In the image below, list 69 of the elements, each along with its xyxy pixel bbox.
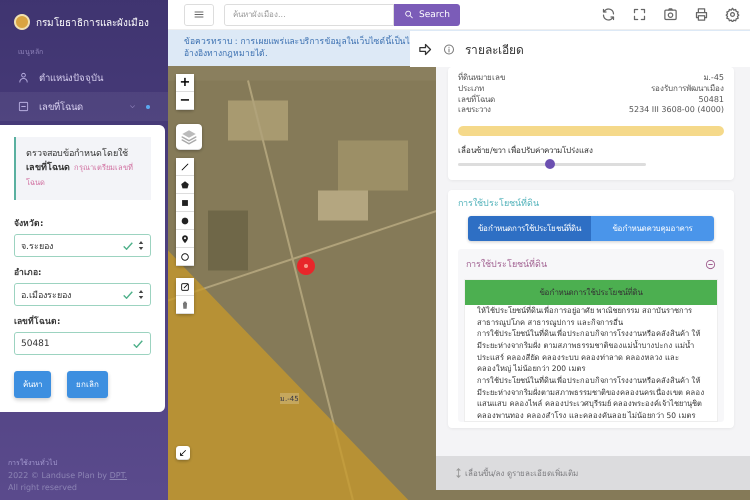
draw-tool-button[interactable] bbox=[176, 212, 194, 230]
circle-outline-tool-icon bbox=[180, 252, 190, 262]
field-label: จังหวัด: bbox=[14, 218, 44, 230]
edit-tool-button[interactable] bbox=[176, 278, 194, 296]
field-label: อำเภอ: bbox=[14, 266, 42, 280]
tab[interactable]: ข้อกำหนดควบคุมอาคาร bbox=[591, 216, 714, 242]
trash-icon bbox=[180, 300, 190, 310]
menu-button[interactable] bbox=[184, 4, 214, 26]
search-field[interactable]: ค้นหาผังเมือง... bbox=[224, 4, 394, 26]
scroll-hint-text: เลื่อนขึ้น/ลง ดูรายละเอียดเพิ่มเติม bbox=[465, 466, 578, 480]
slider-thumb[interactable] bbox=[545, 159, 556, 170]
search-button[interactable]: Search bbox=[394, 4, 460, 26]
form-button[interactable]: ยกเลิก bbox=[67, 371, 108, 398]
settings-icon[interactable] bbox=[725, 7, 740, 22]
draw-tool-button[interactable] bbox=[176, 194, 194, 212]
detail-key: ที่ดินหมายเลข bbox=[458, 73, 505, 84]
draw-tool-button[interactable] bbox=[176, 248, 194, 266]
rights-text: All right reserved bbox=[8, 483, 77, 492]
circle-tool-icon bbox=[180, 216, 190, 226]
table-heading: ข้อกำหนดการใช้ประโยชน์ที่ดิน bbox=[465, 280, 717, 306]
detail-value: 50481 bbox=[698, 94, 724, 106]
app-title: กรมโยธาธิการและผังเมือง bbox=[36, 16, 149, 30]
edit-icon bbox=[180, 282, 190, 292]
diagonal-arrow-icon bbox=[178, 448, 188, 458]
field-label: เลขที่โฉนด: bbox=[14, 314, 62, 328]
input-field[interactable]: 50481 bbox=[14, 332, 151, 356]
arrow-right-icon[interactable] bbox=[418, 42, 433, 56]
zoom-out-button[interactable]: − bbox=[176, 92, 194, 110]
detail-value: ม.-45 bbox=[703, 73, 724, 84]
location-marker-icon bbox=[296, 256, 316, 276]
section-title: การใช้ประโยชน์ที่ดิน bbox=[458, 196, 724, 210]
map-corner-button[interactable] bbox=[176, 446, 190, 460]
square-icon bbox=[18, 101, 29, 112]
camera-icon[interactable] bbox=[663, 7, 678, 22]
info-icon bbox=[443, 42, 455, 56]
draw-tool-button[interactable] bbox=[176, 230, 194, 248]
notice-text: ข้อควรทราบ : การเผยแพร่และบริการข้อมูลในเว็บไซต์นี้เป็นไ อ้างอิงทางกฎหมายได้. bbox=[184, 36, 410, 61]
slider-label: เลื่อนซ้าย/ขวา เพื่อปรับค่าความโปร่งแสง bbox=[458, 144, 594, 158]
form-button[interactable]: ค้นหา bbox=[14, 371, 51, 398]
layers-icon bbox=[180, 128, 198, 146]
accordion-header[interactable]: การใช้ประโยชน์ที่ดิน bbox=[458, 249, 724, 280]
panel-title: รายละเอียด bbox=[465, 42, 524, 58]
sort-icon bbox=[138, 290, 144, 300]
zoom-in-button[interactable]: + bbox=[176, 74, 194, 92]
print-icon[interactable] bbox=[694, 7, 709, 22]
copyright-text: 2022 © Landuse Plan by bbox=[8, 471, 108, 480]
detail-key: เลขระวาง bbox=[458, 105, 491, 116]
fullscreen-icon[interactable] bbox=[632, 7, 647, 22]
select-field[interactable]: จ.ระยอง bbox=[14, 234, 151, 258]
sidebar-item[interactable]: เลขที่โฉนด bbox=[0, 92, 168, 121]
draw-tool-button[interactable] bbox=[176, 158, 194, 176]
sort-icon bbox=[138, 241, 144, 250]
polygon-tool-icon bbox=[180, 180, 190, 190]
select-field[interactable]: อ.เมืองระยอง bbox=[14, 283, 151, 306]
sidebar-item[interactable]: ตำแหน่งปัจจุบัน bbox=[0, 63, 168, 92]
rectangle-tool-icon bbox=[180, 198, 190, 208]
detail-value: รองรับการพัฒนาเมือง bbox=[651, 84, 724, 95]
detail-key: ประเภท bbox=[458, 84, 484, 95]
marker-tool-icon bbox=[180, 234, 190, 244]
active-dot bbox=[146, 104, 150, 108]
logo-icon bbox=[14, 14, 30, 30]
person-icon bbox=[18, 72, 29, 83]
line-tool-icon bbox=[180, 162, 190, 172]
detail-value: 5234 III 3608-00 (4000) bbox=[628, 105, 724, 116]
tab[interactable]: ข้อกำหนดการใช้ประโยชน์ที่ดิน bbox=[468, 216, 591, 242]
refresh-icon[interactable] bbox=[601, 7, 616, 22]
detail-key: เลขที่โฉนด bbox=[458, 94, 495, 106]
draw-tool-button[interactable] bbox=[176, 176, 194, 194]
up-down-icon bbox=[456, 468, 461, 478]
